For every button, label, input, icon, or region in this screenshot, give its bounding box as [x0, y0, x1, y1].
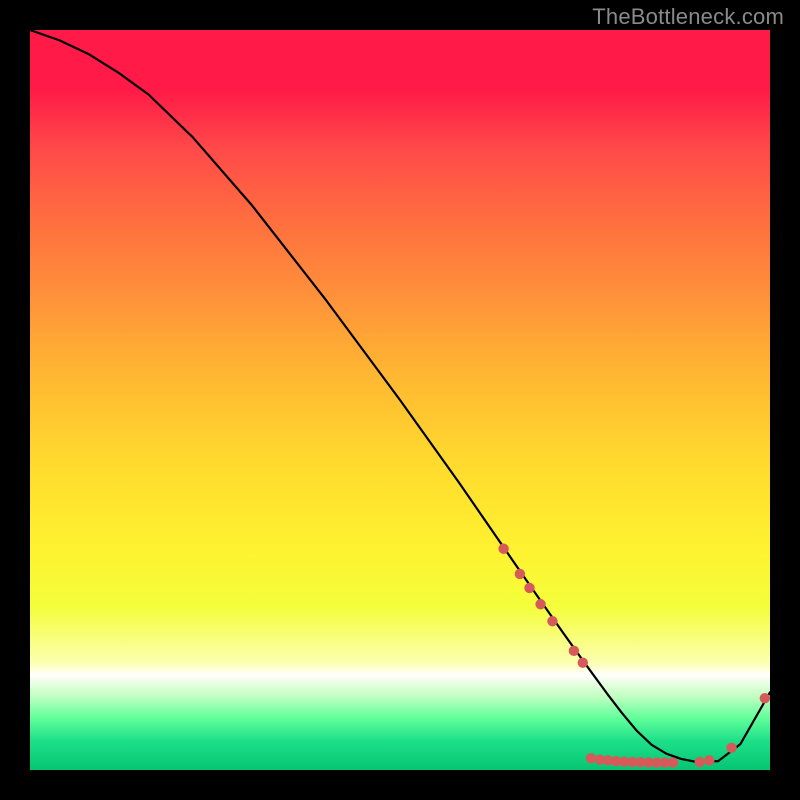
chart-overlay	[30, 30, 770, 770]
data-point	[586, 753, 596, 763]
data-point	[668, 757, 678, 767]
data-point	[498, 544, 508, 554]
data-point	[726, 743, 736, 753]
data-point	[524, 583, 534, 593]
data-point	[515, 569, 525, 579]
watermark-text: TheBottleneck.com	[592, 4, 784, 30]
data-point	[760, 693, 770, 703]
data-point	[535, 599, 545, 609]
bottleneck-curve	[30, 30, 770, 762]
chart-frame: TheBottleneck.com	[0, 0, 800, 800]
data-point	[704, 755, 714, 765]
data-point	[695, 757, 705, 767]
data-point	[578, 658, 588, 668]
data-point	[547, 616, 557, 626]
plot-area	[30, 30, 770, 770]
highlighted-points	[498, 544, 770, 768]
data-point	[569, 646, 579, 656]
